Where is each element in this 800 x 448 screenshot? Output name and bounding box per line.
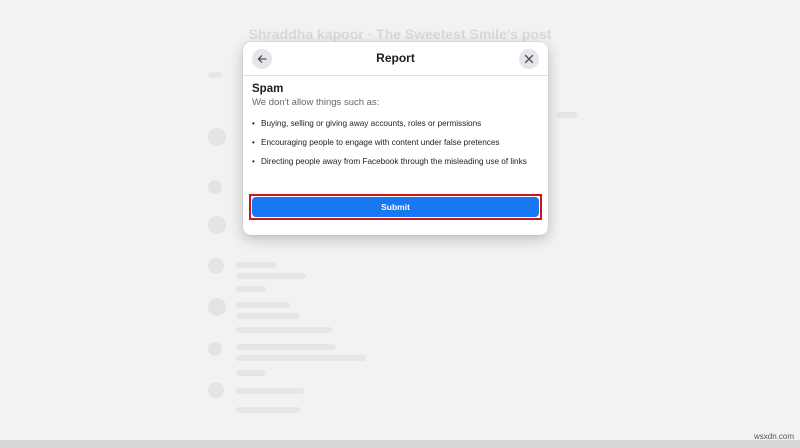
- background-avatar: [208, 382, 224, 398]
- submit-button[interactable]: Submit: [252, 197, 539, 217]
- background-comment-line: [236, 370, 266, 376]
- background-comment-line: [236, 313, 300, 319]
- rule-item: Buying, selling or giving away accounts,…: [252, 118, 540, 129]
- bottom-bar: [0, 440, 800, 448]
- background-avatar: [208, 216, 226, 234]
- background-comment-line: [236, 262, 276, 268]
- dialog-header: Report: [243, 42, 548, 76]
- background-side-line: [208, 72, 222, 78]
- background-comment-line: [236, 344, 336, 350]
- watermark: wsxdn.com: [753, 432, 794, 441]
- background-side-line: [556, 112, 578, 118]
- background-avatar: [208, 128, 226, 146]
- background-avatar: [208, 258, 224, 274]
- rule-item: Encouraging people to engage with conten…: [252, 137, 540, 148]
- rule-list: Buying, selling or giving away accounts,…: [252, 118, 540, 175]
- background-comment-line: [236, 355, 366, 361]
- dialog-title: Report: [376, 51, 415, 65]
- close-button[interactable]: [519, 49, 539, 69]
- background-comment-line: [236, 286, 266, 292]
- background-avatar: [208, 342, 222, 356]
- background-comment-line: [236, 407, 300, 413]
- background-post-title: Shraddha kapoor · The Sweetest Smile's p…: [248, 26, 552, 42]
- background-avatar: [208, 180, 222, 194]
- background-comment-line: [236, 273, 306, 279]
- background-comment-line: [236, 302, 290, 308]
- rule-item: Directing people away from Facebook thro…: [252, 156, 540, 167]
- background-comment-line: [236, 388, 304, 394]
- section-subtitle: We don't allow things such as:: [252, 97, 380, 108]
- background-comment-line: [236, 327, 332, 333]
- section-title: Spam: [252, 83, 284, 95]
- background-avatar: [208, 298, 226, 316]
- close-icon: [524, 54, 534, 64]
